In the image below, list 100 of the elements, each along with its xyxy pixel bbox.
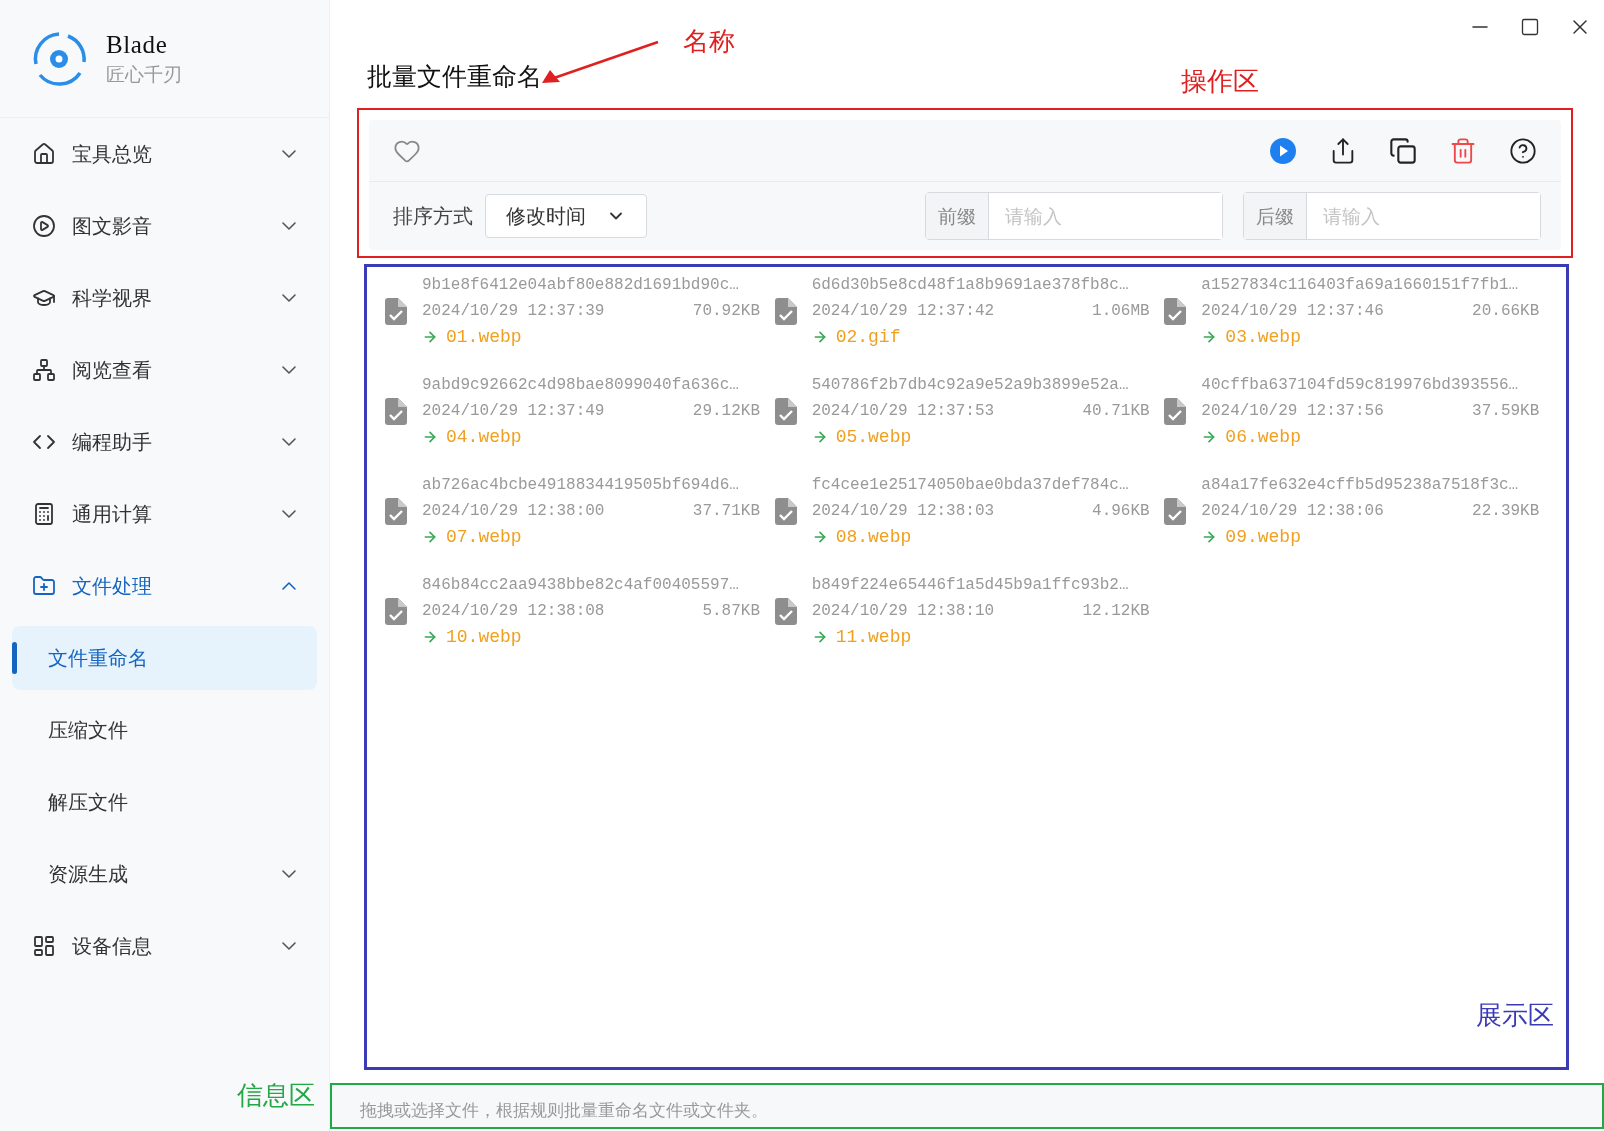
file-time: 2024/10/29 12:37:39 <box>422 301 605 322</box>
file-card[interactable]: 9b1e8f6412e04abf80e882d1691bd90c… 2024/10/29 12:37:39 70.92KB 01.webp <box>385 269 775 353</box>
annotation-label: 展示区 <box>1476 999 1554 1032</box>
sidebar-label: 设备信息 <box>72 934 153 959</box>
file-size: 37.71KB <box>692 501 760 522</box>
file-time: 2024/10/29 12:37:42 <box>811 301 995 322</box>
submenu-item[interactable]: 资源生成 <box>12 842 317 906</box>
file-check-icon <box>385 397 407 425</box>
file-card[interactable]: a84a17fe632e4cffb5d95238a7518f3c… 2024/10/29 12:38:06 22.39KB 09.webp <box>1164 469 1554 553</box>
sidebar-item[interactable]: 通用计算 <box>0 478 329 550</box>
annotation-label: 名称 <box>683 25 735 58</box>
file-time: 2024/10/29 12:38:08 <box>422 601 605 622</box>
annotation-label: 信息区 <box>237 1079 315 1112</box>
sidebar-item[interactable]: 图文影音 <box>0 190 329 262</box>
file-size: 40.71KB <box>1082 401 1150 422</box>
status-text: 拖拽或选择文件，根据规则批量重命名文件或文件夹。 <box>360 1099 768 1122</box>
field-addon: 前缀 <box>926 193 989 239</box>
page-title: 批量文件重命名 <box>367 62 542 93</box>
file-size: 37.59KB <box>1472 401 1540 422</box>
sidebar-item[interactable]: 文件处理 <box>0 550 329 622</box>
file-card[interactable]: a1527834c116403fa69a1660151f7fb1… 2024/10/29 12:37:46 20.66KB 03.webp <box>1164 269 1554 353</box>
file-name: ab726ac4bcbe4918834419505bf694d6… <box>422 475 740 496</box>
file-time: 2024/10/29 12:38:06 <box>1201 501 1384 522</box>
suffix-field[interactable]: 后缀 请输入 <box>1243 192 1541 240</box>
new-file-name: 07.webp <box>446 526 522 549</box>
file-time: 2024/10/29 12:38:03 <box>811 501 995 522</box>
arrow-icon <box>422 629 438 645</box>
sort-dropdown[interactable]: 修改时间 <box>485 194 647 238</box>
file-check-icon <box>774 497 797 525</box>
file-card[interactable]: b849f224e65446f1a5d45b9a1ffc93b2… 2024/10/29 12:38:10 12.12KB 11.webp <box>774 569 1165 653</box>
file-name: b849f224e65446f1a5d45b9a1ffc93b2… <box>811 575 1130 596</box>
file-card[interactable]: 6d6d30b5e8cd48f1a8b9691ae378fb8c… 2024/10/29 12:37:42 1.06MB 02.gif <box>774 269 1165 353</box>
submenu-label: 资源生成 <box>48 862 129 887</box>
app-slogan: 匠心千刃 <box>106 62 182 87</box>
submenu-item[interactable]: 解压文件 <box>12 770 317 834</box>
help-icon[interactable] <box>1509 136 1537 165</box>
new-file-name: 09.webp <box>1225 526 1301 549</box>
file-name: 40cffba637104fd59c819976bd393556… <box>1201 375 1520 396</box>
new-file-name: 02.gif <box>835 326 901 349</box>
file-name: fc4cee1e25174050bae0bda37def784c… <box>811 475 1130 496</box>
file-card[interactable]: 846b84cc2aa9438bbe82c4af00405597… 2024/10/29 12:38:08 5.87KB 10.webp <box>385 569 775 653</box>
new-file-name: 05.webp <box>835 426 912 449</box>
submenu-label: 文件重命名 <box>48 646 149 671</box>
new-file-name: 11.webp <box>835 626 912 649</box>
submenu-label: 压缩文件 <box>48 718 129 743</box>
file-name: 540786f2b7db4c92a9e52a9b3899e52a… <box>811 375 1130 396</box>
submenu-label: 解压文件 <box>48 790 129 815</box>
sidebar-item[interactable]: 宝具总览 <box>0 118 329 190</box>
file-size: 22.39KB <box>1472 501 1540 522</box>
file-check-icon <box>1164 297 1187 325</box>
file-name: 846b84cc2aa9438bbe82c4af00405597… <box>422 575 740 596</box>
file-card[interactable]: 9abd9c92662c4d98bae8099040fa636c… 2024/10/29 12:37:49 29.12KB 04.webp <box>385 369 775 453</box>
file-size: 1.06MB <box>1092 301 1150 322</box>
submenu-item[interactable]: 文件重命名 <box>12 626 317 690</box>
field-addon: 后缀 <box>1244 193 1307 239</box>
sidebar-item[interactable]: 编程助手 <box>0 406 329 478</box>
new-file-name: 10.webp <box>446 626 522 649</box>
file-time: 2024/10/29 12:38:00 <box>422 501 605 522</box>
sidebar-label: 编程助手 <box>72 430 153 455</box>
app-name: Blade <box>106 29 169 60</box>
copy-icon[interactable] <box>1389 136 1417 165</box>
sidebar-item[interactable]: 设备信息 <box>0 910 329 982</box>
submenu-item[interactable]: 压缩文件 <box>12 698 317 762</box>
hierarchy-icon <box>32 358 56 382</box>
new-file-name: 03.webp <box>1225 326 1301 349</box>
folder-plus-icon <box>32 574 56 598</box>
sidebar-item[interactable]: 科学视界 <box>0 262 329 334</box>
file-size: 29.12KB <box>692 401 760 422</box>
sidebar-item[interactable]: 阅览查看 <box>0 334 329 406</box>
new-file-name: 06.webp <box>1225 426 1301 449</box>
new-file-name: 01.webp <box>446 326 522 349</box>
new-file-name: 04.webp <box>446 426 522 449</box>
file-size: 5.87KB <box>702 601 760 622</box>
active-indicator <box>12 642 17 674</box>
file-card[interactable]: 540786f2b7db4c92a9e52a9b3899e52a… 2024/10/29 12:37:53 40.71KB 05.webp <box>774 369 1165 453</box>
sidebar-label: 通用计算 <box>72 502 153 527</box>
file-check-icon <box>774 297 797 325</box>
maximize-icon[interactable] <box>1520 17 1540 37</box>
sidebar-label: 图文影音 <box>72 214 153 239</box>
file-check-icon <box>774 597 797 625</box>
prefix-field[interactable]: 前缀 请输入 <box>925 192 1223 240</box>
file-size: 12.12KB <box>1082 601 1150 622</box>
play-icon[interactable] <box>1269 136 1297 165</box>
arrow-icon <box>422 329 438 345</box>
file-name: 9b1e8f6412e04abf80e882d1691bd90c… <box>422 275 740 296</box>
sidebar-label: 科学视界 <box>72 286 153 311</box>
file-name: 6d6d30b5e8cd48f1a8b9691ae378fb8c… <box>811 275 1130 296</box>
sidebar-label: 阅览查看 <box>72 358 153 383</box>
file-size: 20.66KB <box>1472 301 1540 322</box>
file-name: a1527834c116403fa69a1660151f7fb1… <box>1201 275 1520 296</box>
file-card[interactable]: 40cffba637104fd59c819976bd393556… 2024/10/29 12:37:56 37.59KB 06.webp <box>1164 369 1554 453</box>
annotation-label: 操作区 <box>1181 65 1259 98</box>
new-file-name: 08.webp <box>835 526 912 549</box>
file-card[interactable]: fc4cee1e25174050bae0bda37def784c… 2024/10/29 12:38:03 4.96KB 08.webp <box>774 469 1165 553</box>
file-time: 2024/10/29 12:38:10 <box>811 601 995 622</box>
file-card[interactable]: ab726ac4bcbe4918834419505bf694d6… 2024/10/29 12:38:00 37.71KB 07.webp <box>385 469 775 553</box>
delete-icon[interactable] <box>1449 136 1477 165</box>
file-time: 2024/10/29 12:37:53 <box>811 401 995 422</box>
file-time: 2024/10/29 12:37:49 <box>422 401 605 422</box>
home-icon <box>32 142 56 166</box>
